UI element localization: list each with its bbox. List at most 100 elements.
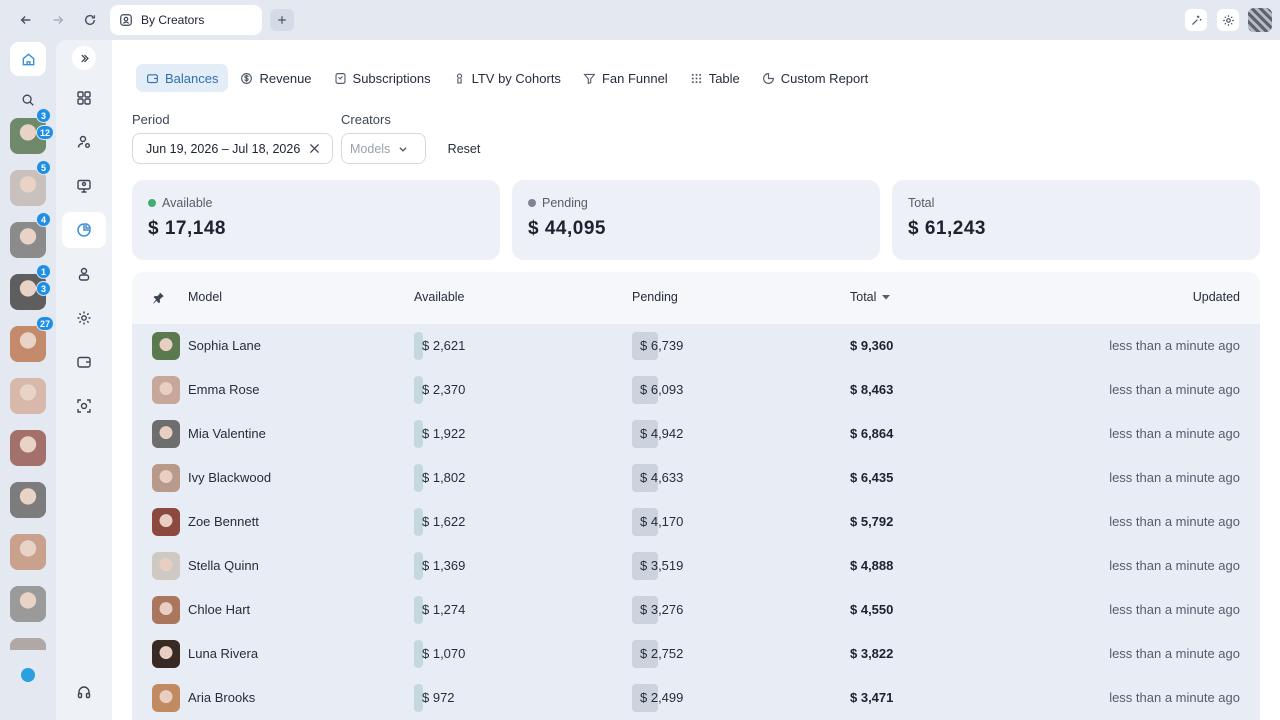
table-row[interactable]: Stella Quinn $ 1,369 $ 3,519 $ 4,888 less th… xyxy=(132,544,1260,588)
available-value: $ 1,622 xyxy=(422,514,466,529)
pending-value: $ 6,739 xyxy=(640,338,684,353)
pending-status-dot xyxy=(528,199,536,207)
dollar-circle-icon xyxy=(240,72,253,85)
creator-avatar[interactable] xyxy=(10,534,46,570)
expand-nav-button[interactable] xyxy=(72,46,96,70)
home-icon xyxy=(22,52,34,65)
dashboard-icon xyxy=(77,91,91,105)
pin-icon[interactable] xyxy=(152,291,165,304)
wallet-nav-button[interactable] xyxy=(68,346,100,378)
period-value: Jun 19, 2026 – Jul 18, 2026 xyxy=(146,141,301,156)
tab-table[interactable]: Table xyxy=(680,64,750,92)
search-icon xyxy=(22,94,34,106)
updated-value: less than a minute ago xyxy=(1109,382,1240,397)
browser-toolbar: By Creators xyxy=(0,0,1280,40)
forward-icon[interactable] xyxy=(46,8,70,32)
table-row[interactable]: Ivy Blackwood $ 1,802 $ 4,633 $ 6,435 less t… xyxy=(132,456,1260,500)
available-value: $ 17,148 xyxy=(148,218,226,239)
total-value: $ 3,471 xyxy=(850,690,894,705)
available-column-label: Available xyxy=(414,290,465,304)
tab-balances[interactable]: Balances xyxy=(136,64,229,92)
telegram-icon[interactable] xyxy=(21,668,35,682)
dashboard-nav-button[interactable] xyxy=(68,82,100,114)
table-row[interactable]: Luna Rivera $ 1,070 $ 2,752 $ 3,822 less tha… xyxy=(132,632,1260,676)
total-value: $ 6,864 xyxy=(850,426,894,441)
creator-avatar[interactable] xyxy=(10,482,46,518)
table-row[interactable]: Aria Brooks $ 972 $ 2,499 $ 3,471 less than … xyxy=(132,676,1260,720)
users-nav-button[interactable] xyxy=(68,126,100,158)
tab-label: Table xyxy=(708,70,740,86)
notification-badge: 5 xyxy=(36,160,51,175)
user-avatar[interactable] xyxy=(1248,8,1272,32)
tab-label: LTV by Cohorts xyxy=(471,70,561,86)
creators-placeholder: Models xyxy=(350,141,391,156)
support-nav-button[interactable] xyxy=(68,676,100,708)
analytics-nav-button[interactable] xyxy=(62,212,106,248)
updated-column-header[interactable]: Updated xyxy=(1193,290,1240,304)
pending-column-label: Pending xyxy=(632,290,678,304)
scan-nav-button[interactable] xyxy=(68,390,100,422)
creator-avatar[interactable] xyxy=(10,586,46,622)
close-icon[interactable] xyxy=(308,142,321,155)
table-row[interactable]: Emma Rose $ 2,370 $ 6,093 $ 8,463 less than … xyxy=(132,368,1260,412)
table-header: Model Available Pending Total Updated xyxy=(132,272,1260,324)
tab-subscriptions[interactable]: Subscriptions xyxy=(324,64,441,92)
tab-label: Fan Funnel xyxy=(601,70,668,86)
available-value: $ 1,070 xyxy=(422,646,466,661)
available-column-header[interactable]: Available xyxy=(414,290,465,304)
creator-avatar[interactable] xyxy=(10,430,46,466)
settings-button[interactable] xyxy=(1217,9,1239,31)
tab-fan-funnel[interactable]: Fan Funnel xyxy=(573,64,678,92)
total-value: $ 9,360 xyxy=(850,338,894,353)
reset-button[interactable]: Reset xyxy=(438,133,490,164)
search-button[interactable] xyxy=(16,88,40,112)
model-name: Sophia Lane xyxy=(188,338,262,353)
available-card: Available $ 17,148 xyxy=(132,180,500,260)
pending-column-header[interactable]: Pending xyxy=(632,290,678,304)
home-button[interactable] xyxy=(10,42,46,76)
available-status-dot xyxy=(148,199,156,207)
updated-value: less than a minute ago xyxy=(1109,602,1240,617)
agents-nav-button[interactable] xyxy=(68,258,100,290)
creators-select[interactable]: Models xyxy=(341,133,426,164)
ai-sparkle-button[interactable] xyxy=(1185,9,1207,31)
total-label: Total xyxy=(908,196,935,210)
creator-avatar[interactable] xyxy=(10,170,46,206)
reload-icon[interactable] xyxy=(78,8,102,32)
monitor-nav-button[interactable] xyxy=(68,170,100,202)
tab-ltv-by-cohorts[interactable]: LTV by Cohorts xyxy=(443,64,571,92)
gear-icon xyxy=(1222,14,1234,26)
creator-avatar[interactable] xyxy=(10,222,46,258)
main-content: Balances Revenue Subscriptions LTV by Cohor… xyxy=(112,40,1280,720)
creator-avatar[interactable] xyxy=(10,378,46,414)
creator-avatar[interactable] xyxy=(10,638,46,650)
available-value: $ 2,621 xyxy=(422,338,466,353)
table-row[interactable]: Sophia Lane $ 2,621 $ 6,739 $ 9,360 less tha… xyxy=(132,324,1260,368)
subscriptions-icon xyxy=(334,72,347,85)
tab-custom-report[interactable]: Custom Report xyxy=(752,64,878,92)
ltv-icon xyxy=(453,72,466,85)
browser-tab[interactable]: By Creators xyxy=(110,5,262,35)
settings-nav-button[interactable] xyxy=(68,302,100,334)
creator-avatar[interactable] xyxy=(10,326,46,362)
grid-icon xyxy=(690,72,703,85)
total-column-header[interactable]: Total xyxy=(850,290,891,304)
model-name: Mia Valentine xyxy=(188,426,266,441)
table-row[interactable]: Mia Valentine $ 1,922 $ 4,942 $ 6,864 less t… xyxy=(132,412,1260,456)
table-row[interactable]: Zoe Bennett $ 1,622 $ 4,170 $ 5,792 less tha… xyxy=(132,500,1260,544)
period-picker[interactable]: Jun 19, 2026 – Jul 18, 2026 xyxy=(132,133,333,164)
notification-badge: 3 xyxy=(36,281,51,296)
pending-value: $ 3,519 xyxy=(640,558,684,573)
monitor-user-icon xyxy=(77,179,91,193)
person-badge-icon xyxy=(78,267,90,281)
available-value: $ 1,274 xyxy=(422,602,466,617)
pending-value: $ 4,942 xyxy=(640,426,684,441)
back-icon[interactable] xyxy=(14,8,38,32)
avatar xyxy=(152,332,180,360)
tab-revenue[interactable]: Revenue xyxy=(230,64,321,92)
table-row[interactable]: Chloe Hart $ 1,274 $ 3,276 $ 4,550 less than… xyxy=(132,588,1260,632)
avatar xyxy=(152,684,180,712)
updated-value: less than a minute ago xyxy=(1109,558,1240,573)
model-column-header[interactable]: Model xyxy=(188,290,222,304)
new-tab-button[interactable] xyxy=(270,9,294,31)
